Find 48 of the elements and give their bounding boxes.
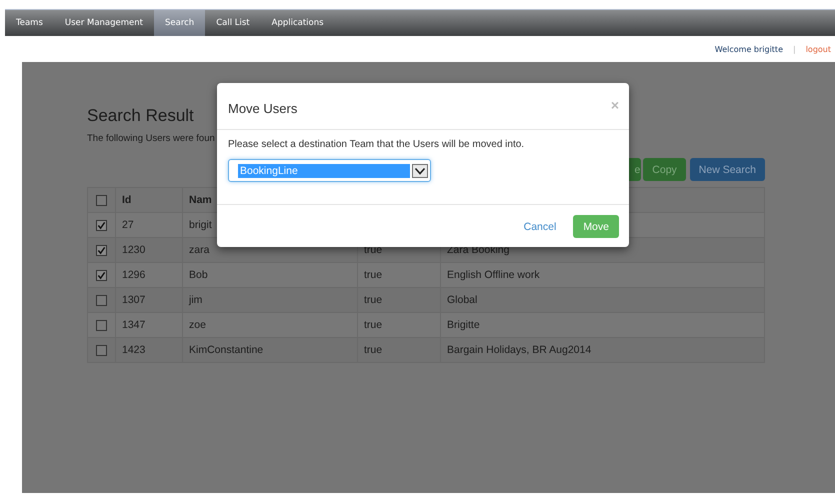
- nav-tab[interactable]: User Management: [54, 10, 154, 36]
- row-checkbox[interactable]: [96, 244, 107, 256]
- table-cell: 1296: [122, 269, 146, 281]
- action-button[interactable]: New Search: [690, 158, 765, 181]
- row-checkbox[interactable]: [96, 220, 107, 230]
- select-all-checkbox[interactable]: [96, 194, 107, 206]
- table-cell: 1307: [122, 294, 146, 306]
- table-cell: 27: [122, 219, 134, 231]
- table-cell: true: [364, 319, 382, 331]
- table-cell: Bob: [189, 269, 208, 281]
- row-checkbox[interactable]: [96, 320, 107, 330]
- table-cell: English Offline work: [447, 269, 540, 281]
- table-cell: 1423: [122, 344, 146, 356]
- dialog-title: Move Users: [228, 101, 298, 116]
- table-cell: Global: [447, 294, 478, 306]
- dialog-message: Please select a destination Team that the Users will be moved into.: [228, 139, 526, 150]
- team-select[interactable]: BookingLine: [228, 159, 431, 182]
- table-cell: KimConstantine: [189, 344, 264, 356]
- table-cell: Bargain Holidays, BR Aug2014: [447, 344, 592, 356]
- row-checkbox[interactable]: [96, 270, 107, 280]
- table-cell: Brigitte: [447, 319, 480, 331]
- intro-text: The following Users were foun: [87, 133, 215, 144]
- table-cell: true: [364, 344, 382, 356]
- table-cell: zara: [189, 244, 210, 256]
- table-cell: true: [364, 244, 382, 256]
- table-cell: true: [364, 269, 382, 281]
- dropdown-caret-icon: [412, 164, 428, 178]
- nav-tab[interactable]: Applications: [260, 10, 335, 36]
- table-cell: 1230: [122, 244, 146, 256]
- column-header: Id: [115, 188, 182, 212]
- table-cell: brigit: [189, 219, 212, 231]
- table-cell: 1347: [122, 319, 146, 331]
- action-button[interactable]: Copy: [643, 158, 686, 181]
- nav-tab[interactable]: Call List: [205, 10, 261, 36]
- logout-link[interactable]: logout: [806, 44, 831, 54]
- row-checkbox[interactable]: [96, 344, 107, 356]
- nav-tab[interactable]: Search: [154, 10, 206, 36]
- welcome-link[interactable]: Welcome brigitte: [714, 44, 783, 54]
- row-checkbox[interactable]: [96, 294, 107, 306]
- dialog-button[interactable]: Cancel: [514, 215, 566, 238]
- table-cell: zoe: [189, 319, 206, 331]
- dialog-button[interactable]: Move: [573, 215, 619, 238]
- table-cell: jim: [189, 294, 202, 306]
- table-cell: true: [364, 294, 382, 306]
- page-title: Search Result: [87, 106, 194, 126]
- nav-tab[interactable]: Teams: [5, 10, 54, 36]
- close-button[interactable]: ×: [610, 97, 619, 113]
- separator: |: [793, 44, 796, 54]
